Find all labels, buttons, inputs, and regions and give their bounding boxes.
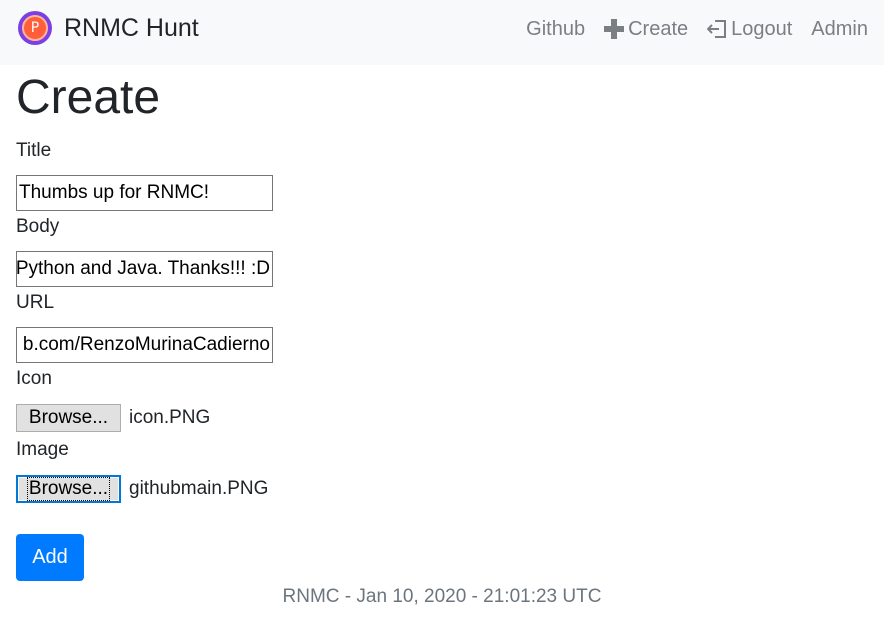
icon-file-input: Browse... icon.PNG	[16, 404, 210, 432]
nav-link-create-label: Create	[628, 17, 689, 40]
brand-name: RNMC Hunt	[64, 13, 199, 42]
logout-icon	[707, 20, 727, 38]
nav-link-github-label: Github	[526, 17, 586, 40]
icon-file-name: icon.PNG	[129, 407, 211, 428]
title-input-value: Thumbs up for RNMC!	[19, 182, 210, 203]
icon-label: Icon	[16, 368, 52, 389]
nav-link-admin[interactable]: Admin	[811, 18, 868, 41]
nav-link-create[interactable]: Create	[604, 18, 688, 41]
nav-link-logout-label: Logout	[731, 17, 793, 40]
nav-links: Github Create Logout Admin	[526, 17, 868, 41]
plus-icon	[604, 19, 625, 39]
body-input-value: Python and Java. Thanks!!! :D	[16, 258, 270, 279]
image-browse-button[interactable]: Browse...	[16, 475, 121, 503]
nav-link-github[interactable]: Github	[526, 18, 585, 41]
add-button[interactable]: Add	[16, 534, 84, 581]
image-file-input: Browse... githubmain.PNG	[16, 475, 268, 503]
image-label: Image	[16, 439, 69, 460]
body-label: Body	[16, 216, 60, 237]
nav-link-admin-label: Admin	[811, 17, 868, 40]
brand-logo-letter: P	[22, 15, 48, 41]
brand-link[interactable]: P RNMC Hunt	[18, 11, 199, 45]
page-title: Create	[16, 71, 161, 124]
icon-browse-button[interactable]: Browse...	[16, 404, 121, 432]
image-browse-button-label: Browse...	[26, 477, 111, 501]
brand-logo: P	[18, 11, 52, 45]
title-label: Title	[16, 140, 52, 161]
navbar: P RNMC Hunt Github Create Logout Admin	[0, 0, 884, 65]
footer-text: RNMC - Jan 10, 2020 - 21:01:23 UTC	[282, 586, 602, 607]
icon-browse-button-label: Browse...	[28, 407, 109, 428]
url-input-value: b.com/RenzoMurinaCadierno	[22, 334, 270, 355]
image-file-name: githubmain.PNG	[129, 478, 269, 499]
body-input[interactable]: Python and Java. Thanks!!! :D	[16, 251, 273, 287]
title-input[interactable]: Thumbs up for RNMC!	[16, 175, 273, 211]
url-input[interactable]: b.com/RenzoMurinaCadierno	[16, 327, 273, 363]
url-label: URL	[16, 292, 55, 313]
nav-link-logout[interactable]: Logout	[707, 18, 792, 41]
